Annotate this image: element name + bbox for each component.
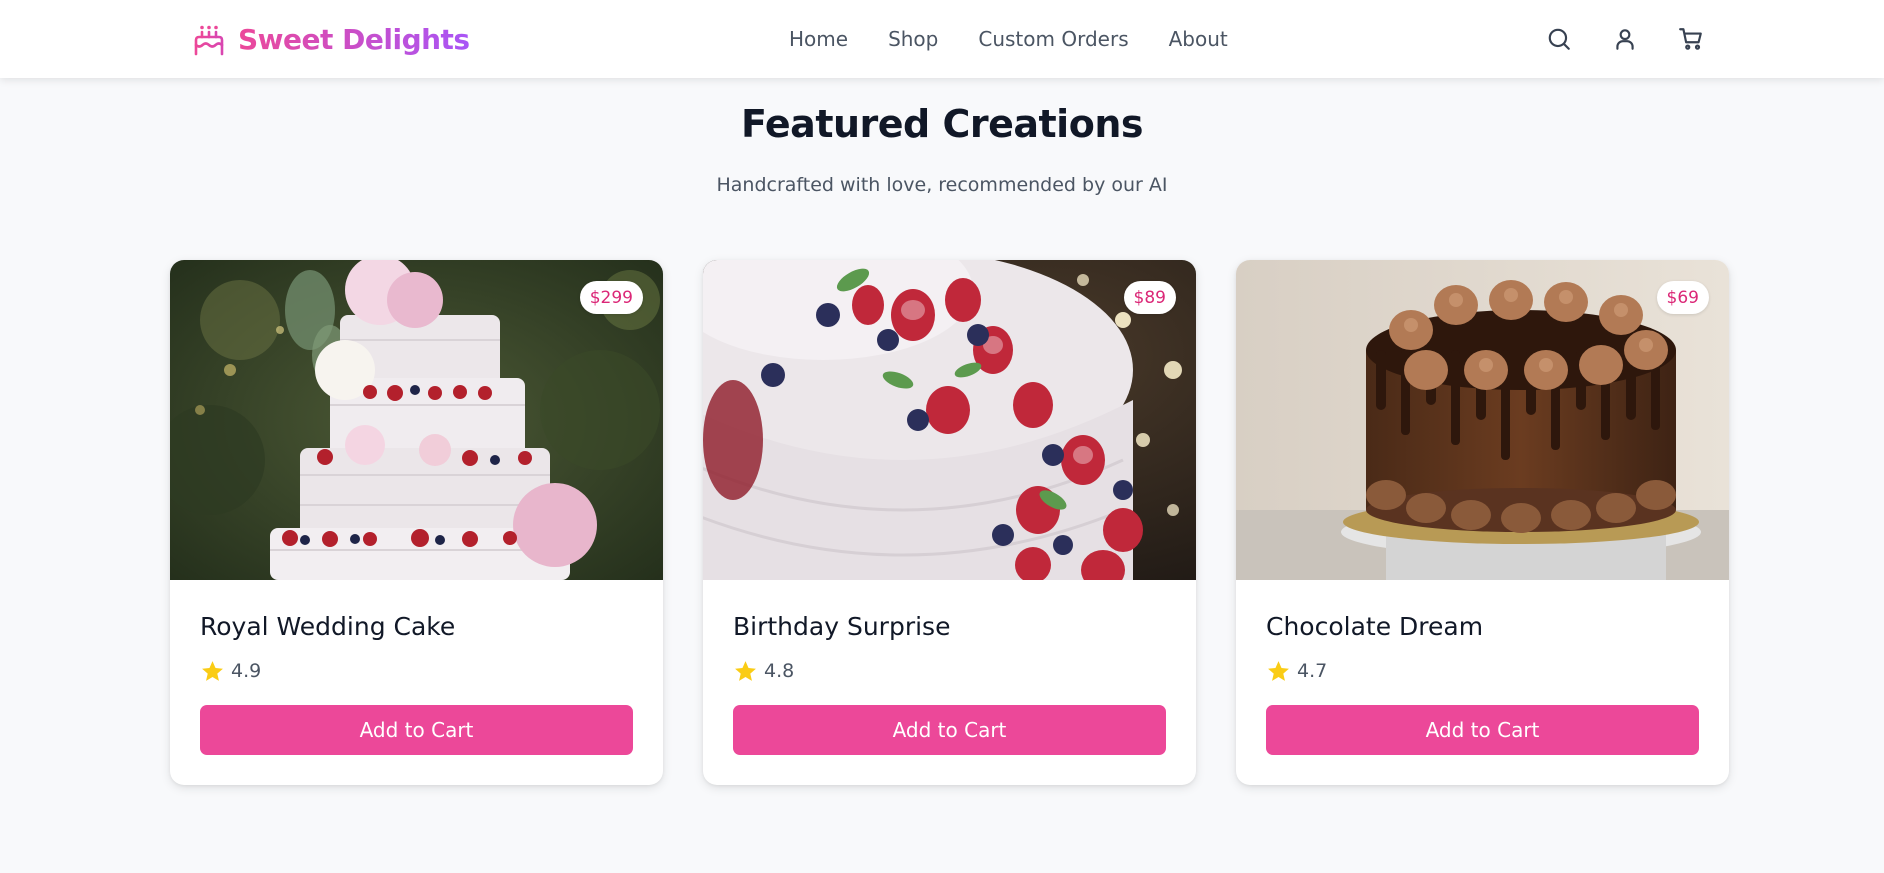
rating-value: 4.7 xyxy=(1297,660,1328,682)
product-name[interactable]: Chocolate Dream xyxy=(1266,612,1483,641)
main-nav: Home Shop Custom Orders About xyxy=(789,24,1228,54)
star-icon xyxy=(735,660,756,681)
cart-button[interactable] xyxy=(1672,20,1710,58)
product-rating: 4.7 xyxy=(1266,658,1327,684)
product-rating: 4.9 xyxy=(200,658,261,684)
nav-about[interactable]: About xyxy=(1169,27,1228,51)
product-image[interactable]: $299 xyxy=(170,260,663,580)
section-title: Featured Creations xyxy=(740,102,1144,146)
birthday-cake-photo xyxy=(703,260,1196,580)
product-name[interactable]: Birthday Surprise xyxy=(733,612,950,641)
search-button[interactable] xyxy=(1540,20,1578,58)
brand-logo[interactable]: Sweet Delights xyxy=(190,18,470,60)
star-icon xyxy=(202,660,223,681)
product-card: $299 Royal Wedding Cake 4.9 Add to Cart xyxy=(170,260,663,785)
product-rating: 4.8 xyxy=(733,658,794,684)
price-badge: $89 xyxy=(1123,281,1176,314)
cake-icon xyxy=(192,25,226,56)
nav-home[interactable]: Home xyxy=(789,27,848,51)
brand-name: Sweet Delights xyxy=(238,22,470,56)
product-card: $69 Chocolate Dream 4.7 Add to Cart xyxy=(1236,260,1729,785)
add-to-cart-button[interactable]: Add to Cart xyxy=(1266,705,1699,755)
chocolate-cake-photo xyxy=(1236,260,1729,580)
search-icon xyxy=(1548,28,1570,50)
price-badge: $299 xyxy=(579,281,643,314)
top-navbar: Sweet Delights Home Shop Custom Orders A… xyxy=(0,0,1884,78)
section-subtitle: Handcrafted with love, recommended by ou… xyxy=(716,174,1168,196)
price-badge: $69 xyxy=(1656,281,1709,314)
product-name[interactable]: Royal Wedding Cake xyxy=(200,612,455,641)
add-to-cart-button[interactable]: Add to Cart xyxy=(200,705,633,755)
product-image[interactable]: $89 xyxy=(703,260,1196,580)
header-actions xyxy=(1540,20,1710,58)
add-to-cart-button[interactable]: Add to Cart xyxy=(733,705,1166,755)
product-card: $89 Birthday Surprise 4.8 Add to Cart xyxy=(703,260,1196,785)
product-image[interactable]: $69 xyxy=(1236,260,1729,580)
rating-value: 4.9 xyxy=(231,660,262,682)
cart-icon xyxy=(1679,28,1702,50)
user-icon xyxy=(1616,29,1634,50)
nav-custom-orders[interactable]: Custom Orders xyxy=(978,27,1128,51)
account-button[interactable] xyxy=(1606,20,1644,58)
nav-shop[interactable]: Shop xyxy=(888,27,938,51)
rating-value: 4.8 xyxy=(764,660,795,682)
star-icon xyxy=(1268,660,1289,681)
